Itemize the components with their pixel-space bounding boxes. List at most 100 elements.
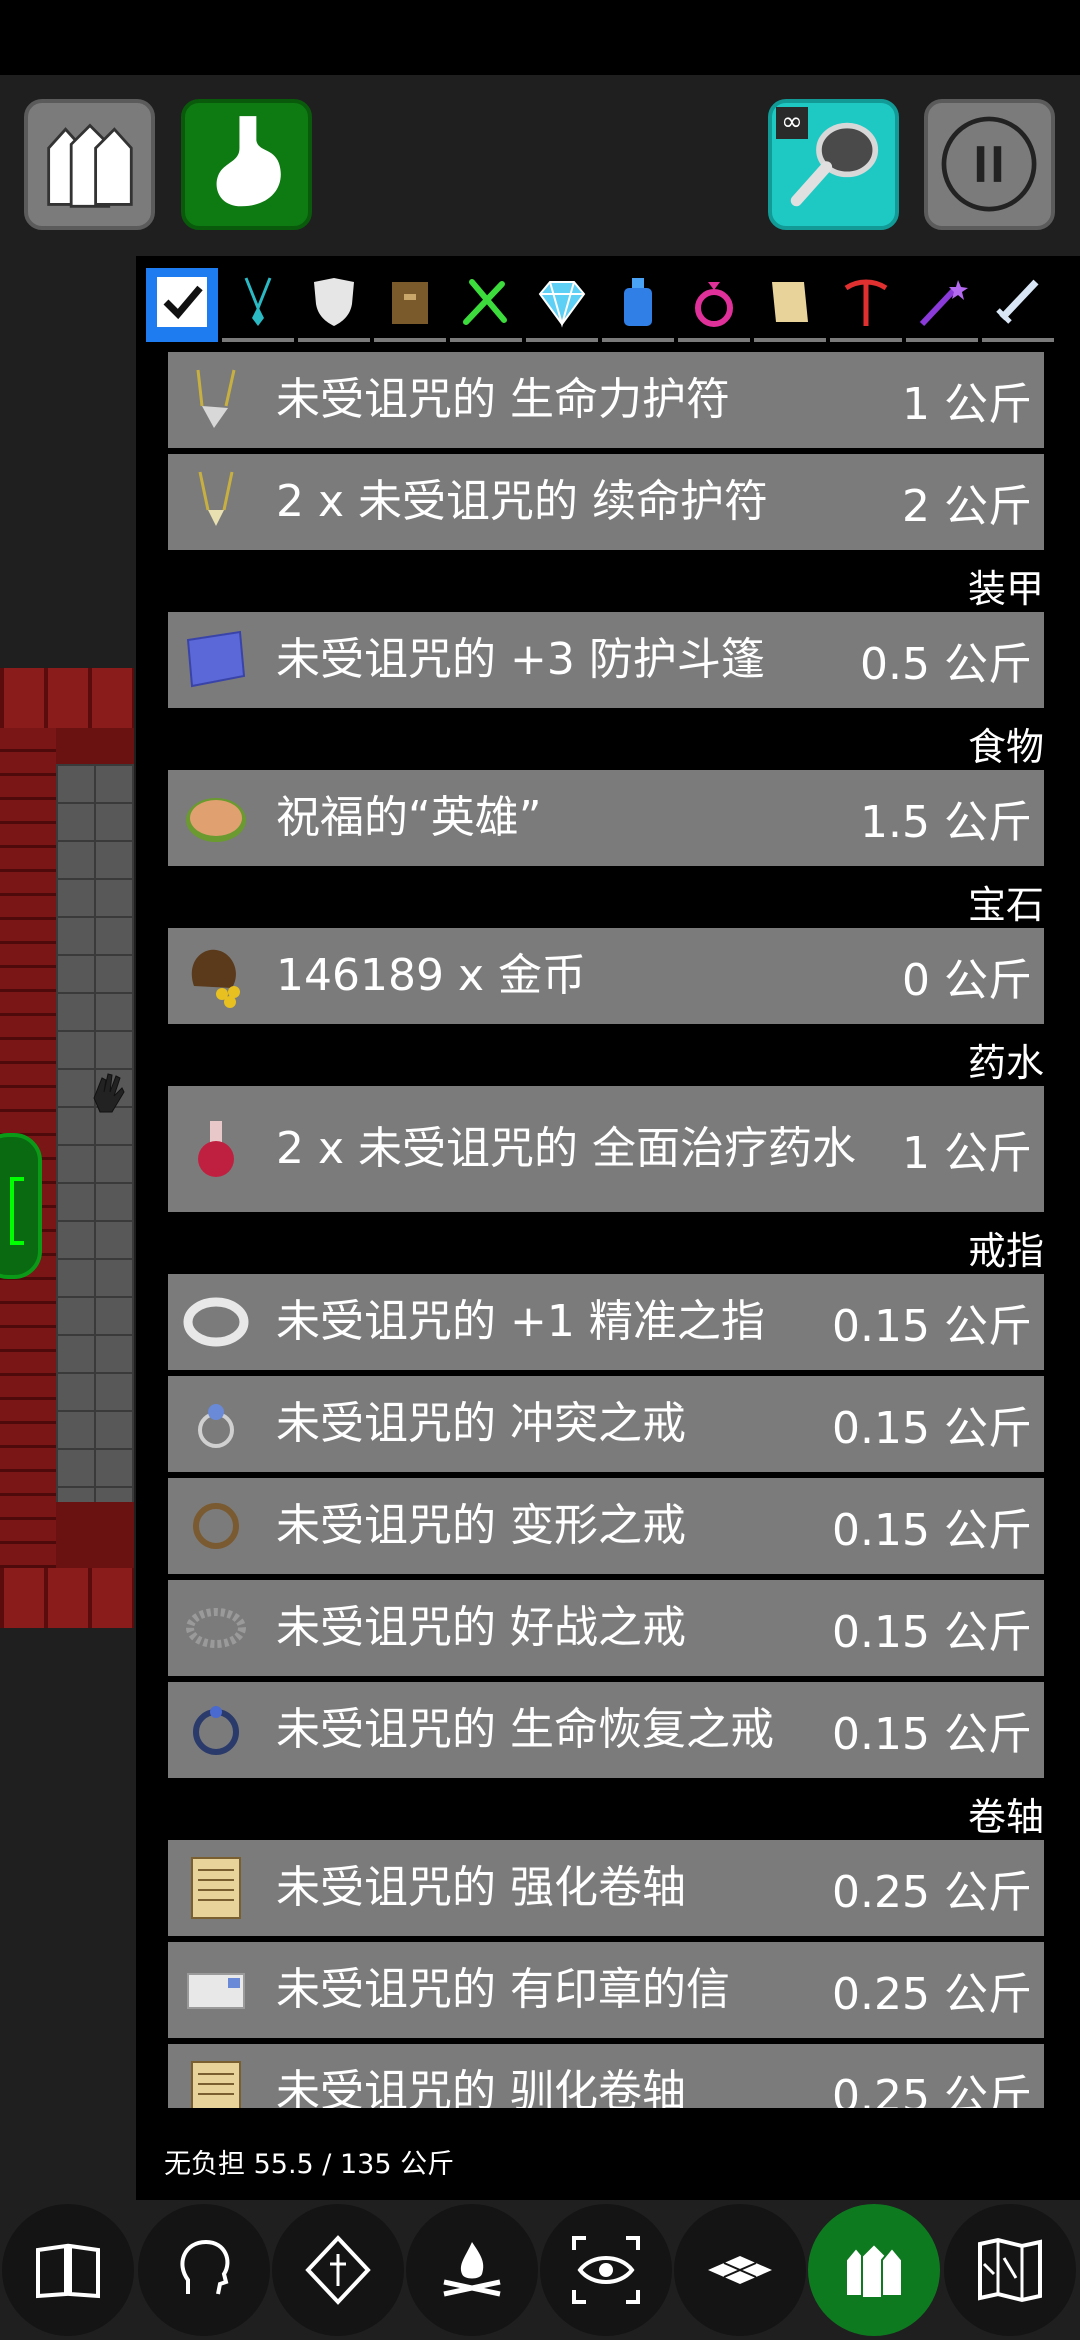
gold-bag-icon — [191, 949, 240, 1008]
item-name: 未受诅咒的 好战之戒 — [276, 1602, 686, 1653]
item-weight: 1.5 公斤 — [860, 797, 1032, 848]
inventory-item[interactable]: 2 x 未受诅咒的 全面治疗药水 1 公斤 — [168, 1086, 1044, 1212]
bronze-ring-icon — [193, 1503, 239, 1549]
party-icon — [47, 123, 133, 208]
item-name: 146189 x 金币 — [276, 950, 586, 1001]
scroll-icon — [191, 2061, 241, 2108]
item-weight: 0.25 公斤 — [832, 2071, 1032, 2108]
inventory-item[interactable]: 未受诅咒的 强化卷轴 0.25 公斤 — [168, 1840, 1044, 1936]
item-name: 未受诅咒的 生命恢复之戒 — [276, 1704, 774, 1755]
category-header: 药水 — [967, 1041, 1044, 1085]
pause-button[interactable] — [924, 99, 1055, 230]
filter-scrolls[interactable] — [754, 268, 826, 342]
silver-ring-icon — [183, 1297, 249, 1347]
sword-icon — [996, 279, 1039, 324]
letter-icon — [187, 1973, 245, 2009]
wand-icon — [919, 280, 968, 327]
cloak-icon — [186, 630, 246, 688]
pause-icon — [941, 116, 1037, 212]
fork-knife-icon — [463, 279, 507, 325]
scroll-icon — [191, 1857, 241, 1919]
side-drawer-handle[interactable] — [0, 1133, 42, 1279]
ring-icon — [695, 282, 733, 327]
inventory-item[interactable]: 未受诅咒的 驯化卷轴 0.25 公斤 — [168, 2044, 1044, 2108]
filter-weapons[interactable] — [982, 268, 1054, 342]
item-weight: 0.15 公斤 — [832, 1607, 1032, 1658]
head-icon — [180, 2239, 230, 2295]
inventory-item[interactable]: 2 x 未受诅咒的 续命护符 2 公斤 — [168, 454, 1044, 550]
world-map-icon — [978, 2237, 1042, 2303]
nav-inventory[interactable] — [808, 2204, 940, 2336]
inventory-item[interactable]: 未受诅咒的 好战之戒 0.15 公斤 — [168, 1580, 1044, 1676]
amulet-icon — [244, 277, 272, 326]
stomach-icon — [216, 116, 281, 207]
filter-rings[interactable] — [678, 268, 750, 342]
inventory-item[interactable]: 未受诅咒的 +1 精准之指 0.15 公斤 — [168, 1274, 1044, 1370]
nav-journal[interactable] — [2, 2204, 134, 2336]
inventory-filter-bar — [146, 268, 1080, 342]
inventory-item[interactable]: 146189 x 金币 0 公斤 — [168, 928, 1044, 1024]
potion-bottle-icon — [624, 278, 652, 326]
item-weight: 0.25 公斤 — [832, 1867, 1032, 1918]
gem-icon — [538, 281, 586, 328]
filter-amulets[interactable] — [222, 268, 294, 342]
item-name: 未受诅咒的 驯化卷轴 — [276, 2066, 686, 2108]
book-icon — [36, 2243, 100, 2299]
eye-focus-icon — [572, 2236, 640, 2304]
item-weight: 0 公斤 — [902, 955, 1032, 1006]
nav-rest[interactable] — [406, 2204, 538, 2336]
item-name: 未受诅咒的 变形之戒 — [276, 1500, 686, 1551]
item-name: 祝福的“英雄” — [276, 792, 542, 843]
shield-icon — [314, 278, 354, 326]
category-header: 宝石 — [967, 883, 1044, 927]
nav-map[interactable] — [944, 2204, 1076, 2336]
filter-potions[interactable] — [602, 268, 674, 342]
inventory-panel: 未受诅咒的 生命力护符 1 公斤 2 x 未受诅咒的 续命护符 2 公斤 装甲 … — [136, 256, 1080, 2200]
inventory-item[interactable]: 未受诅咒的 变形之戒 0.15 公斤 — [168, 1478, 1044, 1574]
inventory-list[interactable]: 未受诅咒的 生命力护符 1 公斤 2 x 未受诅咒的 续命护符 2 公斤 装甲 … — [168, 352, 1048, 2108]
item-weight: 1 公斤 — [902, 379, 1032, 430]
party-button[interactable] — [24, 99, 155, 230]
nav-floor[interactable] — [674, 2204, 806, 2336]
item-weight: 2 公斤 — [902, 481, 1032, 532]
sandwich-icon — [186, 798, 246, 842]
category-header: 食物 — [967, 725, 1044, 769]
filter-food[interactable] — [450, 268, 522, 342]
inventory-item[interactable]: 祝福的“英雄” 1.5 公斤 — [168, 770, 1044, 866]
nav-character[interactable] — [138, 2204, 270, 2336]
inventory-item[interactable]: 未受诅咒的 生命恢复之戒 0.15 公斤 — [168, 1682, 1044, 1778]
checkmark-icon — [157, 277, 207, 327]
category-header: 装甲 — [967, 567, 1044, 611]
dungeon-floor — [56, 764, 134, 1502]
magic-mirror-button[interactable]: ∞ — [768, 99, 899, 230]
filter-tools[interactable] — [830, 268, 902, 342]
inventory-item[interactable]: 未受诅咒的 生命力护符 1 公斤 — [168, 352, 1044, 448]
filter-books[interactable] — [374, 268, 446, 342]
item-weight: 0.15 公斤 — [832, 1301, 1032, 1352]
item-name: 未受诅咒的 冲突之戒 — [276, 1398, 686, 1449]
blue-ring-icon — [193, 1706, 239, 1755]
inventory-item[interactable]: 未受诅咒的 冲突之戒 0.15 公斤 — [168, 1376, 1044, 1472]
category-header: 卷轴 — [967, 1795, 1044, 1839]
inventory-item[interactable]: 未受诅咒的 有印章的信 0.25 公斤 — [168, 1942, 1044, 2038]
gem-ring-icon — [198, 1404, 234, 1448]
inventory-item[interactable]: 未受诅咒的 +3 防护斗篷 0.5 公斤 — [168, 612, 1044, 708]
item-name: 2 x 未受诅咒的 全面治疗药水 — [276, 1123, 856, 1174]
diamond-sigil-icon — [305, 2235, 371, 2305]
filter-wands[interactable] — [906, 268, 978, 342]
dungeon-wall — [0, 1568, 134, 1628]
filter-all[interactable] — [146, 268, 218, 342]
potion-icon — [198, 1121, 234, 1177]
item-weight: 0.15 公斤 — [832, 1403, 1032, 1454]
nav-spells[interactable] — [272, 2204, 404, 2336]
encumbrance-status: 无负担 55.5 / 135 公斤 — [164, 2149, 455, 2180]
filter-gems[interactable] — [526, 268, 598, 342]
food-button[interactable] — [181, 99, 312, 230]
filter-armor[interactable] — [298, 268, 370, 342]
item-weight: 1 公斤 — [902, 1128, 1032, 1179]
pickaxe-icon — [844, 279, 888, 326]
item-name: 未受诅咒的 +1 精准之指 — [276, 1296, 765, 1347]
item-name: 未受诅咒的 有印章的信 — [276, 1964, 730, 2015]
item-weight: 0.15 公斤 — [832, 1709, 1032, 1760]
nav-look[interactable] — [540, 2204, 672, 2336]
